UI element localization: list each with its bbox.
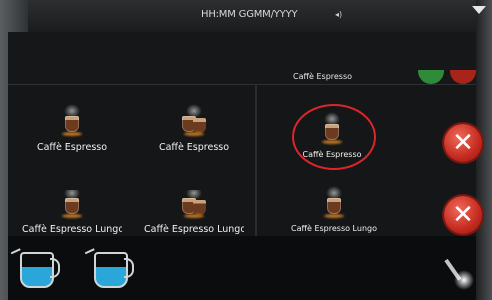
espresso-cup-icon xyxy=(58,104,86,138)
cancel-icon: ✕ xyxy=(452,200,474,230)
drink-tile-double-espresso[interactable]: Caffè Espresso xyxy=(144,104,244,153)
drink-label: Caffè Espresso xyxy=(36,142,108,153)
milk-jug-icon[interactable] xyxy=(10,246,60,288)
status-bar: HH:MM GGMM/YYYY ◂) xyxy=(28,0,476,33)
speaker-icon[interactable]: ◂) xyxy=(335,10,342,19)
cancel-button[interactable]: ✕ xyxy=(444,196,482,234)
previous-row-panel: Caffè Espresso xyxy=(8,32,476,84)
selection-ring xyxy=(292,104,376,170)
drink-tile-espresso[interactable]: Caffè Espresso xyxy=(22,104,122,153)
drink-tile-lungo[interactable]: Caffè Espresso Lungo xyxy=(22,190,122,236)
row-divider xyxy=(8,84,476,85)
lungo-cup-icon xyxy=(320,186,348,220)
column-divider xyxy=(255,84,257,236)
drink-tile-double-lungo[interactable]: Caffè Espresso Lungo xyxy=(144,190,244,236)
drink-label: Caffè Espresso xyxy=(158,142,230,153)
datetime-display: HH:MM GGMM/YYYY xyxy=(201,9,298,20)
double-espresso-cup-icon xyxy=(180,104,208,138)
partial-drink-label[interactable]: Caffè Espresso xyxy=(293,72,352,81)
drink-label: Caffè Espresso Lungo xyxy=(290,224,377,233)
milk-jug-icon[interactable] xyxy=(84,246,134,288)
drink-label: Caffè Espresso Lungo xyxy=(144,224,244,235)
double-lungo-cup-icon xyxy=(180,190,208,220)
cancel-button[interactable]: ✕ xyxy=(444,124,482,162)
lungo-cup-icon xyxy=(58,190,86,220)
cancel-icon: ✕ xyxy=(452,128,474,158)
bottom-bar xyxy=(8,236,476,300)
chevron-down-icon[interactable] xyxy=(472,6,486,14)
drink-label: Caffè Espresso Lungo xyxy=(22,224,122,235)
drink-tile-lungo-2[interactable]: Caffè Espresso Lungo xyxy=(284,186,384,233)
steam-wand-icon[interactable] xyxy=(440,250,476,292)
coffee-machine-screen: HH:MM GGMM/YYYY ◂) Caffè Espresso Caffè … xyxy=(0,0,492,300)
